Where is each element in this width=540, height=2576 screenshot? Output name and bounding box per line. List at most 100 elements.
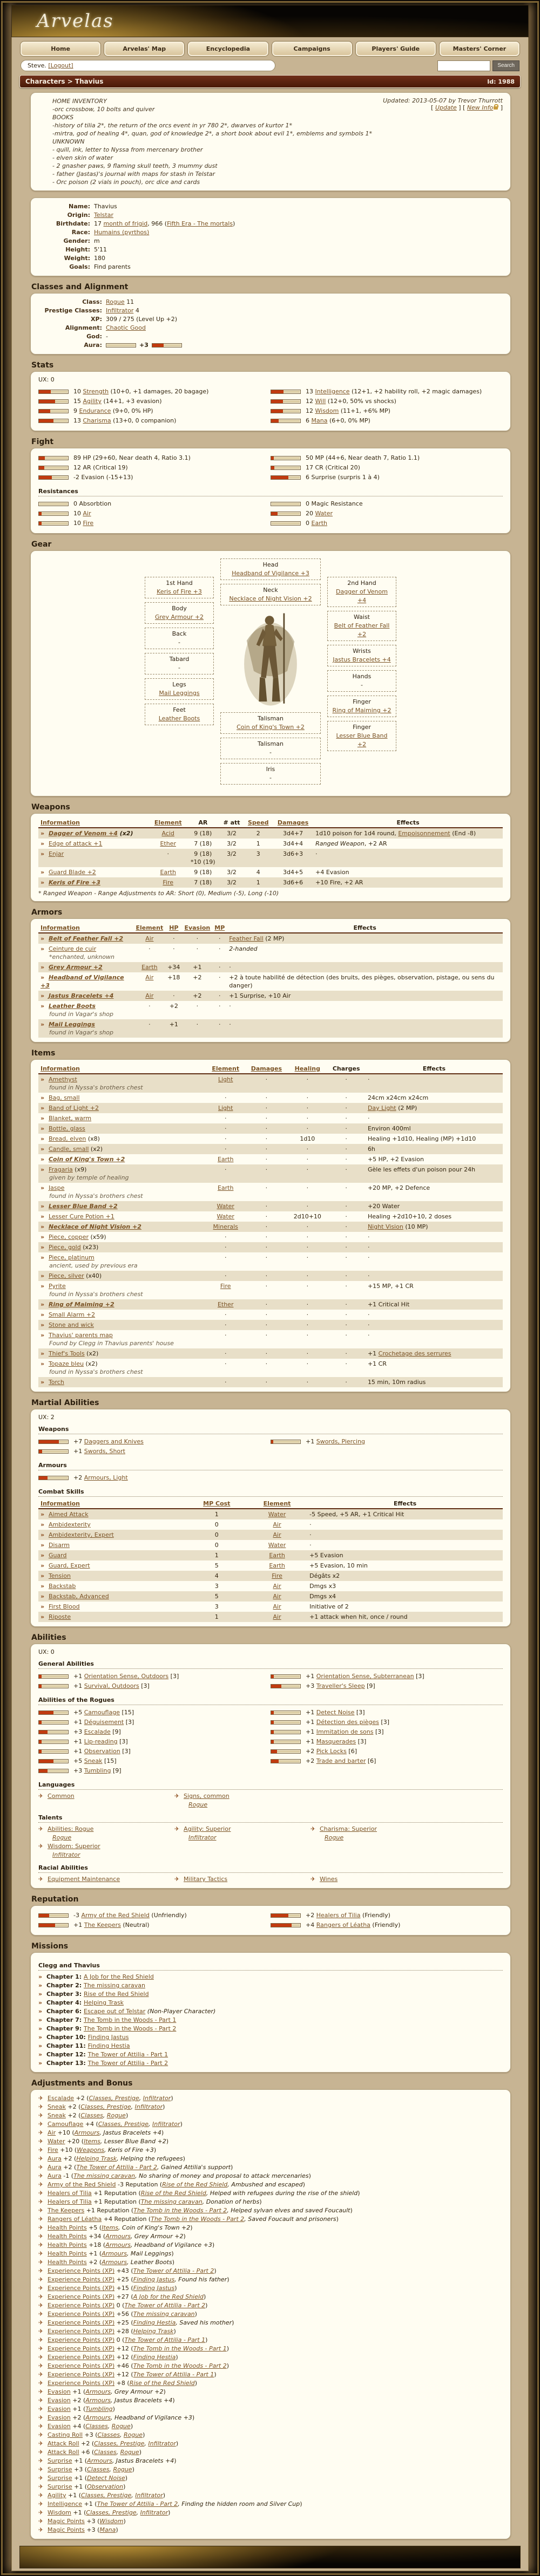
link[interactable]: Armours — [105, 2241, 131, 2248]
item-link[interactable]: Ambidexterity — [49, 1521, 91, 1528]
element-link[interactable]: Earth — [218, 1156, 234, 1163]
gear-item-link[interactable]: Mail Leggings — [159, 690, 199, 697]
new-info-link[interactable]: New Info — [467, 104, 493, 111]
item-link[interactable]: Dagger of Venom +4 — [49, 830, 118, 837]
link[interactable]: Sneak — [84, 1757, 103, 1764]
link[interactable]: Strength — [83, 388, 109, 395]
link[interactable]: Escalade — [84, 1728, 111, 1735]
link[interactable]: Agility: Superior — [184, 1825, 231, 1832]
link[interactable]: Swords, Piercing — [316, 1438, 365, 1445]
link[interactable]: Surprise — [48, 2475, 72, 2482]
link[interactable]: Infiltrator — [188, 1834, 217, 1841]
link[interactable]: Classes, Prestige — [86, 2509, 136, 2516]
element-link[interactable]: Earth — [141, 964, 158, 971]
link[interactable]: Classes, Prestige — [94, 2440, 144, 2447]
link[interactable]: The missing caravan — [133, 2311, 195, 2318]
link[interactable]: Army of the Red Shield — [48, 2181, 116, 2188]
link[interactable]: Rogue — [107, 2112, 126, 2119]
search-input[interactable] — [437, 60, 490, 71]
link[interactable]: Armours — [102, 2250, 127, 2257]
link[interactable]: Detect Noise — [316, 1709, 355, 1716]
item-link[interactable]: Aimed Attack — [49, 1511, 89, 1518]
link[interactable]: Helping Trask — [76, 2155, 117, 2162]
element-link[interactable]: Earth — [160, 869, 176, 876]
element-link[interactable]: Air — [273, 1521, 281, 1528]
element-link[interactable]: Ether — [218, 1301, 234, 1308]
column-header-link[interactable]: Element — [264, 1500, 291, 1507]
item-link[interactable]: Jastus Bracelets +4 — [49, 992, 113, 999]
link[interactable]: Infiltrator — [135, 2492, 163, 2499]
link[interactable]: Orientation Sense, Subterranean — [316, 1673, 414, 1680]
link[interactable]: The Tomb in the Woods - Part 2 — [151, 2216, 244, 2223]
link[interactable]: Experience Points (XP) — [48, 2285, 114, 2292]
column-header-link[interactable]: Healing — [295, 1065, 320, 1072]
link[interactable]: Sneak — [48, 2103, 66, 2110]
column-header-link[interactable]: Element — [154, 819, 182, 826]
link[interactable]: Camouflage — [84, 1709, 120, 1716]
link[interactable]: Armours — [87, 2457, 112, 2464]
link[interactable]: Abilities: Rogue — [48, 1825, 93, 1832]
link[interactable]: Humains (pyrthos) — [94, 229, 149, 236]
item-link[interactable]: Bottle, glass — [49, 1125, 85, 1132]
column-header-link[interactable]: Information — [40, 924, 80, 931]
link[interactable]: Daggers and Knives — [84, 1438, 144, 1445]
link[interactable]: Intelligence — [315, 388, 350, 395]
link[interactable]: Experience Points (XP) — [48, 2267, 114, 2274]
nav-home[interactable]: Home — [21, 42, 100, 56]
item-link[interactable]: Pyrite — [49, 1283, 66, 1290]
link[interactable]: Rogue — [120, 2449, 139, 2456]
element-link[interactable]: Fire — [220, 1283, 231, 1290]
item-link[interactable]: Edge of attack +1 — [49, 840, 103, 847]
link[interactable]: Magic Points — [48, 2518, 85, 2525]
link[interactable]: Experience Points (XP) — [48, 2336, 114, 2343]
link[interactable]: Evasion — [48, 2405, 71, 2413]
link[interactable]: Traveller's Sleep — [316, 1682, 365, 1689]
link[interactable]: Aura — [48, 2172, 62, 2179]
gear-item-link[interactable]: Coin of King's Town +2 — [237, 724, 305, 731]
link[interactable]: Evasion — [48, 2388, 71, 2395]
link[interactable]: Infiltrator — [52, 1851, 80, 1858]
link[interactable]: Telstar — [94, 212, 113, 219]
link[interactable]: Experience Points (XP) — [48, 2319, 114, 2326]
link[interactable]: The Tomb in the Woods - Part 1 — [133, 2345, 227, 2352]
link[interactable]: Experience Points (XP) — [48, 2311, 114, 2318]
column-header-link[interactable]: Information — [40, 819, 80, 826]
item-link[interactable]: Small Alarm +2 — [49, 1311, 95, 1318]
link[interactable]: Finding Jastus — [133, 2276, 175, 2283]
link[interactable]: Lip-reading — [84, 1738, 118, 1745]
link[interactable]: Finding Jastus — [133, 2285, 175, 2292]
link[interactable]: Wisdom — [315, 407, 339, 414]
link[interactable]: Escalade — [48, 2095, 74, 2102]
element-link[interactable]: Water — [268, 1542, 286, 1549]
link[interactable]: Experience Points (XP) — [48, 2362, 114, 2369]
mission-link[interactable]: Finding Hestia — [88, 2042, 130, 2049]
link[interactable]: Agility — [83, 398, 102, 405]
link[interactable]: Health Points — [48, 2241, 87, 2248]
link[interactable]: Signs, common — [184, 1793, 230, 1800]
link[interactable]: Attack Roll — [48, 2449, 79, 2456]
link[interactable]: Rise of the Red Shield — [141, 2190, 206, 2197]
link[interactable]: Rangers of Léatha — [48, 2216, 102, 2223]
item-link[interactable]: Guard — [49, 1552, 67, 1559]
element-link[interactable]: Air — [273, 1593, 281, 1600]
link[interactable]: Sneak — [48, 2112, 66, 2119]
link[interactable]: Feather Fall — [229, 935, 263, 942]
link[interactable]: Rogue — [113, 2466, 132, 2473]
item-link[interactable]: Bag, small — [49, 1094, 80, 1101]
item-link[interactable]: Headband of Vigilance +3 — [40, 974, 124, 989]
link[interactable]: Rogue — [112, 2423, 131, 2430]
item-link[interactable]: Bread, elven — [49, 1135, 86, 1142]
link[interactable]: Surprise — [48, 2466, 72, 2473]
item-link[interactable]: Lesser Cure Potion +1 — [49, 1213, 114, 1220]
item-link[interactable]: Blanket, warm — [49, 1115, 91, 1122]
item-link[interactable]: Tension — [49, 1572, 71, 1579]
link[interactable]: The Tower of Attilia - Part 2 — [133, 2267, 214, 2274]
link[interactable]: Endurance — [79, 407, 111, 414]
item-link[interactable]: Keris of Fire +3 — [49, 879, 100, 886]
link[interactable]: Classes — [98, 2431, 120, 2438]
column-header-link[interactable]: Element — [212, 1065, 239, 1072]
link[interactable]: Mana — [312, 417, 328, 424]
mission-link[interactable]: The Tomb in the Woods - Part 2 — [84, 2025, 176, 2032]
link[interactable]: Rogue — [124, 2431, 143, 2438]
link[interactable]: The Tower of Attilia - Part 1 — [133, 2371, 214, 2378]
